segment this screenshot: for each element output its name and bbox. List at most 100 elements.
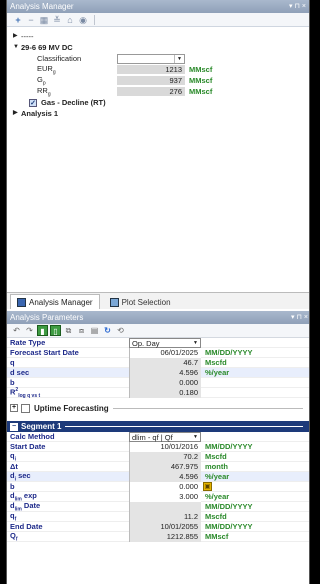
- param-label: d sec: [10, 368, 30, 377]
- table-icon[interactable]: ▤: [89, 325, 100, 336]
- dt-field[interactable]: 467.975: [129, 461, 201, 472]
- param-unit: Mscfd: [205, 512, 227, 521]
- dsec-field[interactable]: 4.596: [129, 367, 201, 378]
- tree-well[interactable]: ▼ 29-6 69 MV DC: [13, 42, 309, 53]
- minus-icon[interactable]: −: [26, 15, 36, 25]
- param-label: b: [10, 482, 15, 491]
- grid-icon: [17, 297, 26, 307]
- grid-icon[interactable]: ▦: [39, 15, 49, 25]
- classification-select[interactable]: ▼: [117, 53, 185, 64]
- window-controls[interactable]: ▾ ⊓ ×: [289, 0, 306, 13]
- param-unit: MM/DD/YYYY: [205, 522, 253, 531]
- chart-icon: [109, 297, 119, 307]
- params-toolbar: ↶ ↷ ▮ ▯ ⧉ ⧈ ▤ ↻ ⟲: [7, 324, 309, 338]
- collapse-minus-icon[interactable]: −: [10, 422, 18, 431]
- home-icon[interactable]: ⌂: [65, 15, 75, 25]
- segment-add-icon[interactable]: ▮: [37, 325, 48, 336]
- qf-field[interactable]: 11.2: [129, 511, 201, 522]
- refresh-icon[interactable]: ↻: [102, 325, 113, 336]
- reset-icon[interactable]: ⟲: [115, 325, 126, 336]
- tree-decline-item[interactable]: ✓ Gas - Decline (RT): [13, 97, 309, 108]
- param-row-forecast-start: Forecast Start Date 06/01/2025 MM/DD/YYY…: [7, 347, 309, 358]
- tab-label: Plot Selection: [121, 297, 171, 307]
- segment-grid: Calc Method dlim - qf | Qf ▼ Start Date …: [7, 431, 309, 543]
- di-field[interactable]: 4.596: [129, 471, 201, 482]
- prop-label: RRg: [37, 85, 51, 98]
- seg-row-di: di sec 4.596 %/year: [7, 471, 309, 482]
- param-label: Qf: [10, 530, 18, 543]
- b-field[interactable]: 0.000: [129, 377, 201, 388]
- checkbox-checked-icon[interactable]: ✓: [29, 98, 37, 107]
- forecast-start-field[interactable]: 06/01/2025: [129, 347, 201, 358]
- chevron-down-icon[interactable]: ▼: [191, 433, 200, 441]
- prop-eur: EURg 1213 MMscf: [13, 63, 309, 76]
- window-titlebar: Analysis Manager ▾ ⊓ ×: [7, 0, 309, 13]
- prop-unit: MMscf: [189, 65, 213, 74]
- param-label: Δt: [10, 462, 18, 471]
- prop-unit: MMscf: [189, 76, 213, 85]
- tree-root[interactable]: ▶ -----: [13, 31, 309, 42]
- expand-plus-icon[interactable]: +: [10, 404, 18, 412]
- plus-icon[interactable]: +: [13, 15, 23, 25]
- undo-icon[interactable]: ↶: [11, 325, 22, 336]
- collapse-icon[interactable]: ≚: [52, 15, 62, 25]
- collapsed-arrow-icon[interactable]: ▶: [13, 108, 21, 119]
- locate-icon[interactable]: ◉: [78, 15, 88, 25]
- tab-plot-selection[interactable]: Plot Selection: [102, 294, 178, 309]
- rate-type-value: Op. Day: [132, 338, 160, 348]
- calc-method-select[interactable]: dlim - qf | Qf ▼: [129, 431, 201, 442]
- lock-icon[interactable]: ▣: [203, 482, 212, 491]
- param-row-r2: R2log q vs t 0.180: [7, 386, 309, 399]
- params-title: Analysis Parameters: [10, 313, 84, 322]
- param-unit: MM/DD/YYYY: [205, 502, 253, 511]
- tree-root-label: -----: [21, 32, 34, 41]
- param-row-q: q 46.7 Mscfd: [7, 357, 309, 368]
- prop-value: 1213: [117, 64, 185, 75]
- dlim-date-field: [129, 501, 201, 512]
- param-unit: %/year: [205, 368, 230, 377]
- prop-rr: RRg 276 MMscf: [13, 85, 309, 98]
- param-row-dsec: d sec 4.596 %/year: [7, 367, 309, 378]
- redo-icon[interactable]: ↷: [24, 325, 35, 336]
- dlim-exp-field[interactable]: 3.000: [129, 491, 201, 502]
- segment-split-icon[interactable]: ▯: [50, 325, 61, 336]
- tree-analysis[interactable]: ▶ Analysis 1: [13, 108, 309, 119]
- segment-copy-icon[interactable]: ⧉: [63, 325, 74, 336]
- qi-field[interactable]: 70.2: [129, 451, 201, 462]
- param-label: Forecast Start Date: [10, 348, 79, 357]
- segment-paste-icon[interactable]: ⧈: [76, 325, 87, 336]
- param-label: R2log q vs t: [10, 386, 41, 399]
- tree-analysis-label: Analysis 1: [21, 109, 59, 118]
- param-unit: MM/DD/YYYY: [205, 348, 253, 357]
- expanded-arrow-icon[interactable]: ▼: [13, 42, 21, 53]
- r2-field: 0.180: [129, 387, 201, 398]
- param-unit: %/year: [205, 472, 230, 481]
- param-unit: MM/DD/YYYY: [205, 442, 253, 451]
- param-label: qf: [10, 510, 17, 523]
- rate-type-select[interactable]: Op. Day ▼: [129, 337, 201, 348]
- prop-label: Gp: [37, 74, 46, 87]
- prop-unit: MMscf: [189, 87, 213, 96]
- prop-label: EURg: [37, 63, 56, 76]
- window-controls[interactable]: ▾ ⊓ ×: [291, 311, 308, 324]
- calc-method-value: dlim - qf | Qf: [132, 432, 173, 442]
- uptime-checkbox[interactable]: [21, 403, 30, 413]
- window-title: Analysis Manager: [10, 2, 74, 11]
- tab-analysis-manager[interactable]: Analysis Manager: [10, 294, 100, 309]
- prop-value: 276: [117, 86, 185, 97]
- chevron-down-icon[interactable]: ▼: [174, 54, 184, 63]
- param-label: End Date: [10, 522, 43, 531]
- seg-row-qi: qi 70.2 Mscfd: [7, 451, 309, 462]
- analysis-parameters-panel: Analysis Parameters ▾ ⊓ × ↶ ↷ ▮ ▯ ⧉ ⧈ ▤ …: [7, 311, 309, 584]
- toolbar-separator: [94, 14, 95, 25]
- q-field[interactable]: 46.7: [129, 357, 201, 368]
- param-unit: MMscf: [205, 532, 229, 541]
- chevron-down-icon[interactable]: ▼: [191, 339, 200, 347]
- collapsed-arrow-icon[interactable]: ▶: [13, 31, 21, 42]
- seg-b-field[interactable]: 0.000: [129, 481, 201, 492]
- segment-header[interactable]: − Segment 1: [7, 421, 309, 432]
- start-date-field[interactable]: 10/01/2016: [129, 441, 201, 452]
- end-date-field: 10/01/2055: [129, 521, 201, 532]
- prop-label: Classification: [37, 54, 82, 63]
- param-unit: %/year: [205, 492, 230, 501]
